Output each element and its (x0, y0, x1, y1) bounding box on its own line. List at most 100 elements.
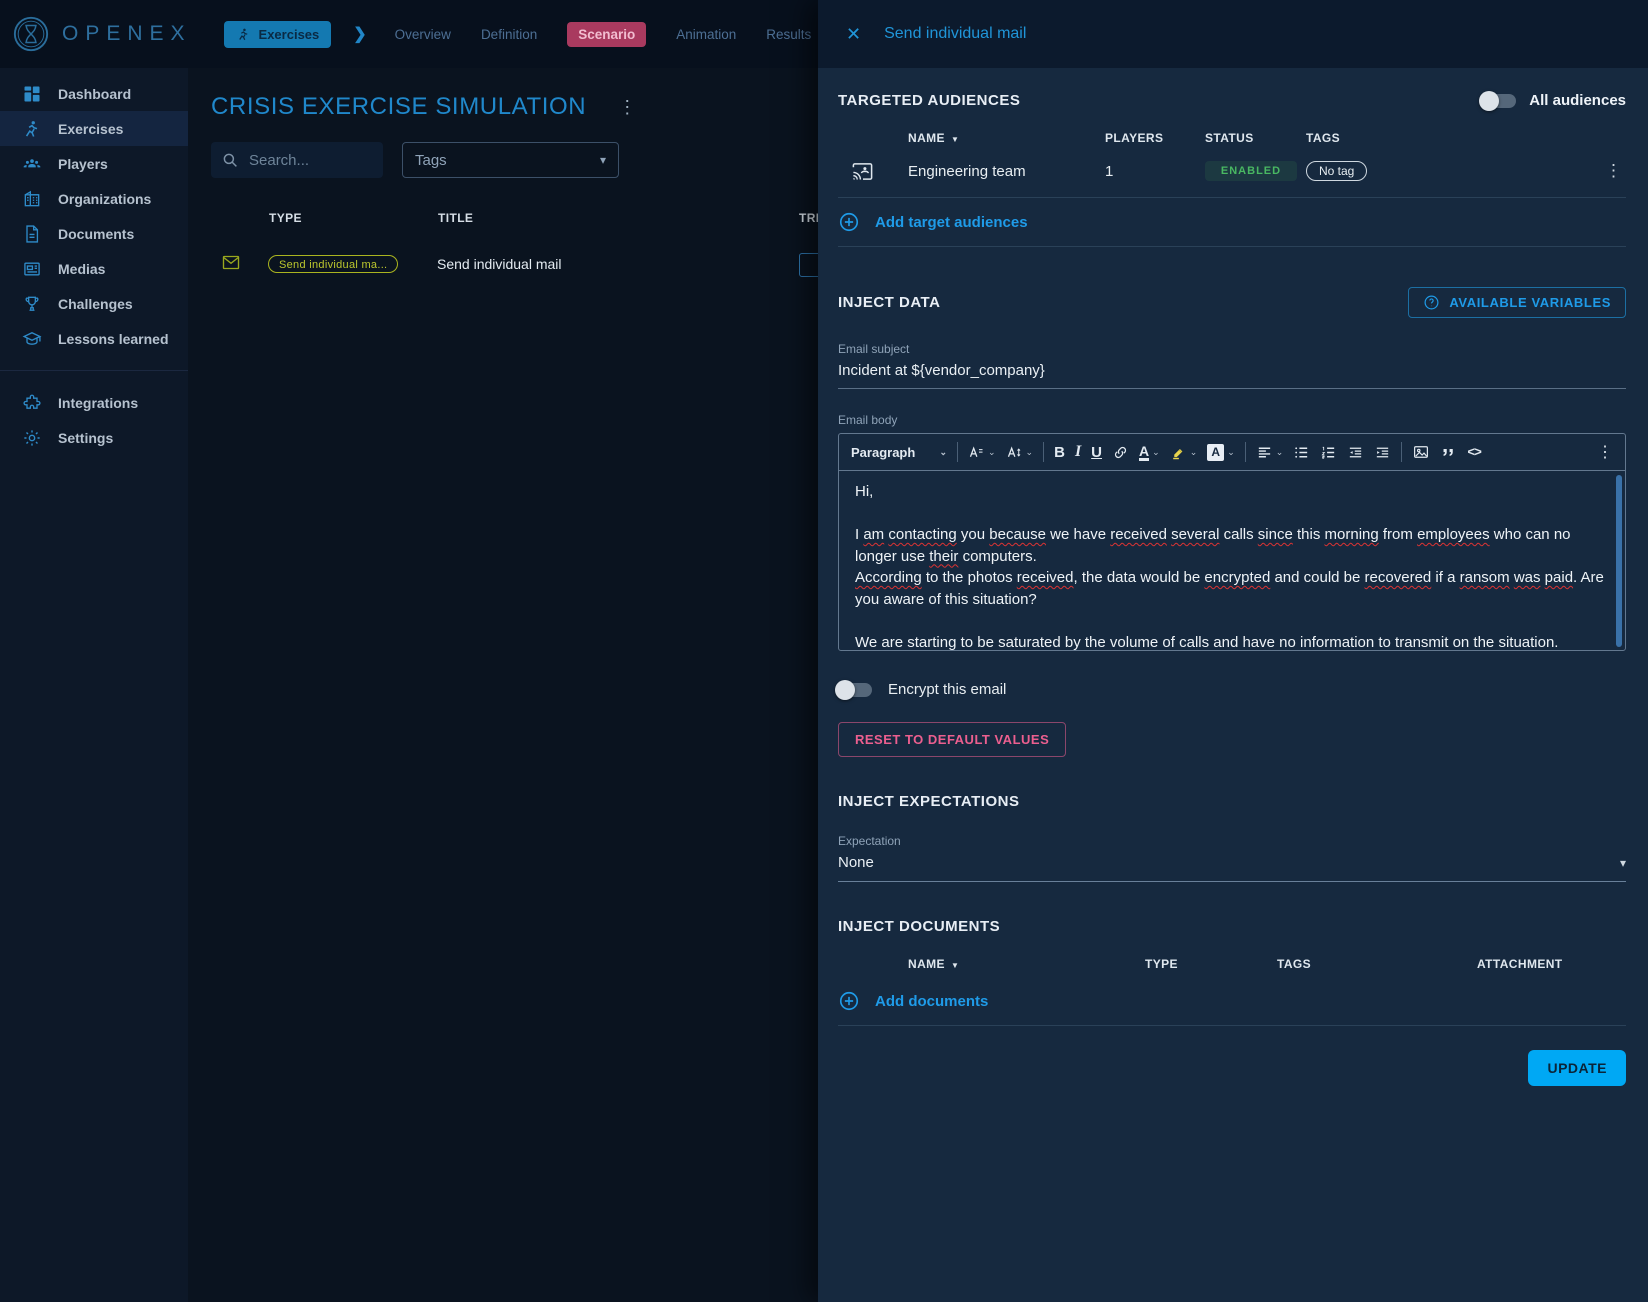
inject-title: Send individual mail (437, 256, 562, 272)
sidebar-item-documents[interactable]: Documents (0, 216, 188, 251)
sidebar-item-exercises[interactable]: Exercises (0, 111, 188, 146)
background-color-button[interactable]: A⌄ (1207, 444, 1235, 461)
tag-chip: No tag (1306, 161, 1367, 181)
sidebar-item-lessons-learned[interactable]: Lessons learned (0, 321, 188, 356)
drawer-title: Send individual mail (884, 25, 1026, 43)
inject-expectations-heading: INJECT EXPECTATIONS (838, 793, 1626, 810)
sidebar-item-label: Players (58, 156, 108, 172)
sidebar-item-players[interactable]: Players (0, 146, 188, 181)
column-header-name[interactable]: NAME▼ (908, 131, 1105, 145)
sidebar-item-challenges[interactable]: Challenges (0, 286, 188, 321)
inject-data-heading: INJECT DATA (838, 294, 940, 311)
expectation-select[interactable]: None ▾ (838, 854, 1626, 882)
inject-documents-heading: INJECT DOCUMENTS (838, 918, 1626, 935)
paragraph-style-select[interactable]: Paragraph⌄ (851, 445, 947, 460)
send-individual-mail-drawer: ✕ Send individual mail TARGETED AUDIENCE… (818, 0, 1648, 1302)
search-icon (221, 151, 239, 169)
sidebar-item-dashboard[interactable]: Dashboard (0, 76, 188, 111)
sidebar-item-label: Exercises (58, 121, 123, 137)
divider (838, 1025, 1626, 1026)
hourglass-logo-icon (12, 15, 50, 53)
highlight-button[interactable]: ⌄ (1170, 444, 1198, 461)
underline-button[interactable]: U (1091, 444, 1102, 461)
tab-animation[interactable]: Animation (676, 27, 736, 42)
all-audiences-toggle-group[interactable]: All audiences (1482, 92, 1626, 109)
inject-type-chip[interactable]: Send individual ma... (268, 255, 398, 273)
trophy-icon (22, 294, 42, 314)
sidebar-item-label: Lessons learned (58, 331, 169, 347)
tab-definition[interactable]: Definition (481, 27, 537, 42)
email-subject-field[interactable]: Incident at ${vendor_company} (838, 362, 1626, 389)
all-audiences-toggle[interactable] (1482, 94, 1516, 108)
font-size-button[interactable]: ⌄ (1006, 444, 1034, 461)
tags-filter-label: Tags (415, 152, 447, 169)
alignment-button[interactable]: ⌄ (1256, 444, 1284, 461)
all-audiences-label: All audiences (1529, 92, 1626, 109)
tab-overview[interactable]: Overview (395, 27, 451, 42)
font-family-button[interactable]: ⌄ (968, 444, 996, 461)
outdent-button[interactable] (1347, 444, 1364, 461)
toolbar-separator (957, 442, 958, 462)
exercise-menu-button[interactable]: ⋮ (612, 96, 642, 118)
block-quote-button[interactable] (1440, 444, 1457, 461)
sidebar-nav: Dashboard Exercises Players Organization… (0, 68, 189, 1302)
exercise-breadcrumb-chip[interactable]: Exercises (224, 21, 332, 48)
app-logo[interactable]: OPENEX (0, 15, 192, 53)
column-header-name[interactable]: NAME▼ (908, 957, 1145, 971)
tab-scenario[interactable]: Scenario (567, 22, 646, 47)
add-target-audiences-button[interactable]: Add target audiences (838, 198, 1626, 246)
insert-image-button[interactable] (1412, 443, 1430, 461)
audiences-table-header: NAME▼ PLAYERS STATUS TAGS (838, 131, 1626, 145)
sidebar-item-integrations[interactable]: Integrations (0, 385, 188, 420)
link-button[interactable] (1112, 444, 1129, 461)
sidebar-item-label: Integrations (58, 395, 138, 411)
expectation-value: None (838, 854, 874, 871)
available-variables-button[interactable]: AVAILABLE VARIABLES (1408, 287, 1626, 318)
encrypt-email-label: Encrypt this email (888, 681, 1006, 698)
divider (838, 246, 1626, 247)
column-header-players: PLAYERS (1105, 131, 1205, 145)
sidebar-item-medias[interactable]: Medias (0, 251, 188, 286)
tab-results[interactable]: Results (766, 27, 811, 42)
sidebar-item-label: Challenges (58, 296, 133, 312)
add-circle-icon (838, 990, 860, 1012)
gear-icon (22, 428, 42, 448)
chevron-down-icon: ▾ (600, 153, 606, 167)
numbered-list-button[interactable] (1320, 444, 1337, 461)
sidebar-item-organizations[interactable]: Organizations (0, 181, 188, 216)
audience-row[interactable]: Engineering team 1 ENABLED No tag ⋮ (838, 145, 1626, 197)
sort-descending-icon: ▼ (951, 135, 959, 144)
audience-name: Engineering team (908, 163, 1105, 180)
bold-button[interactable]: B (1054, 444, 1065, 461)
search-input[interactable] (247, 151, 373, 170)
status-badge: ENABLED (1205, 161, 1297, 181)
available-variables-label: AVAILABLE VARIABLES (1449, 295, 1611, 310)
chevron-down-icon: ▾ (1620, 856, 1626, 870)
indent-button[interactable] (1374, 444, 1391, 461)
email-subject-label: Email subject (838, 342, 1626, 356)
email-body-content[interactable]: Hi, I am contacting you because we have … (839, 471, 1625, 650)
add-documents-button[interactable]: Add documents (838, 977, 1626, 1025)
add-documents-label: Add documents (875, 993, 988, 1010)
font-color-button[interactable]: A⌄ (1139, 444, 1160, 461)
column-header-status: STATUS (1205, 131, 1306, 145)
tags-filter[interactable]: Tags ▾ (402, 142, 619, 178)
code-block-button[interactable]: <> (1467, 445, 1481, 460)
toolbar-more-button[interactable]: ⋮ (1597, 442, 1613, 462)
exercise-chip-label: Exercises (259, 27, 320, 42)
editor-scrollbar[interactable] (1616, 475, 1622, 647)
breadcrumb-chevron-icon: ❯ (353, 24, 366, 44)
envelope-icon (222, 255, 240, 270)
close-icon[interactable]: ✕ (844, 23, 863, 45)
add-circle-icon (838, 211, 860, 233)
sidebar-item-label: Dashboard (58, 86, 131, 102)
reset-to-default-button[interactable]: RESET TO DEFAULT VALUES (838, 722, 1066, 757)
encrypt-toggle-group[interactable]: Encrypt this email (838, 681, 1626, 698)
running-person-icon (22, 119, 42, 139)
audience-row-menu-button[interactable]: ⋮ (1601, 159, 1626, 183)
encrypt-email-toggle[interactable] (838, 683, 872, 697)
update-button[interactable]: UPDATE (1528, 1050, 1626, 1086)
sidebar-item-settings[interactable]: Settings (0, 420, 188, 455)
bulleted-list-button[interactable] (1293, 444, 1310, 461)
italic-button[interactable]: I (1075, 443, 1081, 461)
